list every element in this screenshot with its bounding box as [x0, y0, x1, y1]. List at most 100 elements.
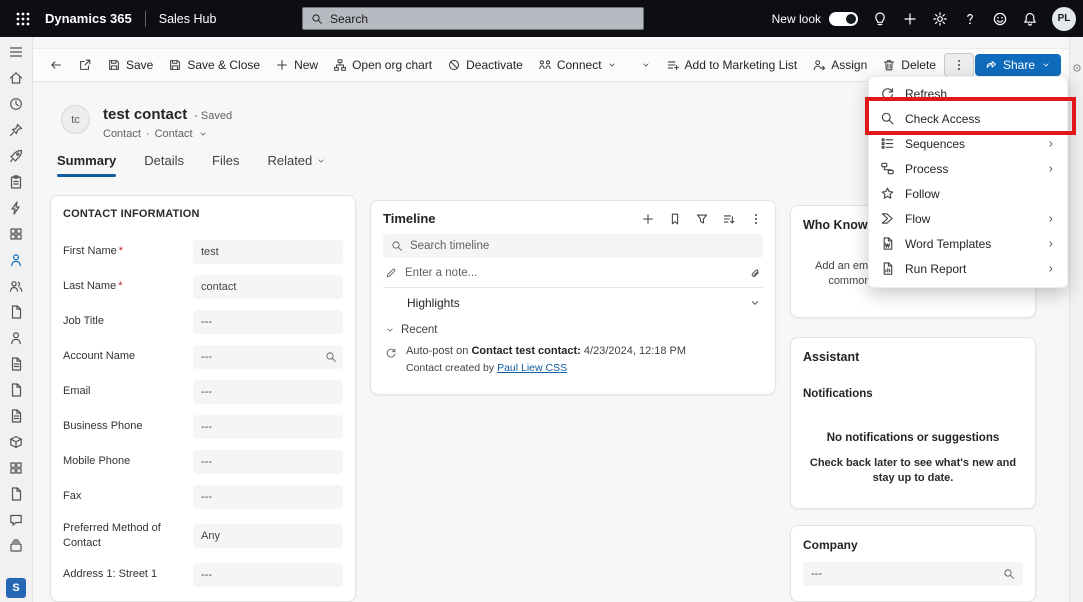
highlights-section-header[interactable]: Highlights — [383, 288, 763, 318]
nav-sales-literature-icon[interactable] — [8, 486, 24, 502]
mobile-phone-input[interactable]: --- — [193, 450, 343, 474]
last-name-input[interactable]: contact — [193, 275, 343, 299]
field-row-preferred-method: Preferred Method of Contact Any — [63, 514, 343, 557]
entity-type-label: Contact — [103, 128, 141, 140]
timeline-sort-icon[interactable] — [722, 212, 736, 226]
preferred-method-select[interactable]: Any — [193, 524, 343, 548]
field-row-email: Email --- — [63, 374, 343, 409]
form-selector[interactable]: Contact — [155, 128, 193, 140]
nav-contacts-icon[interactable] — [8, 252, 24, 268]
lightbulb-icon[interactable] — [872, 11, 888, 27]
brand-title[interactable]: Dynamics 365 — [45, 11, 132, 26]
field-label: Preferred Method of Contact — [63, 521, 193, 550]
popout-form-button[interactable] — [71, 54, 99, 76]
nav-recent-icon[interactable] — [8, 96, 24, 112]
field-label: Account Name — [63, 349, 193, 363]
nav-menu-icon[interactable] — [8, 44, 24, 60]
first-name-input[interactable]: test — [193, 240, 343, 264]
app-launcher-waffle-icon[interactable] — [11, 7, 35, 31]
nav-dashboards-icon[interactable] — [8, 226, 24, 242]
notifications-bell-icon[interactable] — [1022, 11, 1038, 27]
nav-products-icon[interactable] — [8, 434, 24, 450]
nav-leads-icon[interactable] — [8, 330, 24, 346]
field-row-business-phone: Business Phone --- — [63, 409, 343, 444]
deactivate-button[interactable]: Deactivate — [440, 54, 530, 76]
copilot-pane-icon[interactable] — [1072, 63, 1082, 73]
menu-item-process[interactable]: Process — [869, 156, 1067, 181]
nav-intelligence-icon[interactable] — [8, 200, 24, 216]
back-button[interactable] — [42, 54, 70, 76]
nav-orders-icon[interactable] — [8, 408, 24, 424]
lookup-search-icon[interactable] — [1003, 568, 1015, 580]
chevron-right-icon — [1046, 214, 1056, 224]
menu-item-run-report[interactable]: Run Report — [869, 256, 1067, 281]
nav-apps-icon[interactable] — [8, 538, 24, 554]
new-look-toggle[interactable] — [829, 12, 858, 26]
nav-price-lists-icon[interactable] — [8, 460, 24, 476]
open-org-chart-button[interactable]: Open org chart — [326, 54, 439, 76]
chevron-down-icon[interactable] — [749, 297, 761, 309]
save-button[interactable]: Save — [100, 54, 160, 76]
business-phone-input[interactable]: --- — [193, 415, 343, 439]
nav-quotes-icon[interactable] — [8, 382, 24, 398]
add-to-marketing-list-button[interactable]: Add to Marketing List — [659, 54, 805, 76]
settings-gear-icon[interactable] — [932, 11, 948, 27]
connect-button[interactable]: Connect — [531, 54, 624, 76]
menu-item-check-access[interactable]: Check Access — [869, 106, 1067, 131]
menu-item-refresh[interactable]: Refresh — [869, 81, 1067, 106]
delete-button[interactable]: Delete — [875, 54, 943, 76]
feedback-smiley-icon[interactable] — [992, 11, 1008, 27]
more-commands-button[interactable] — [944, 53, 974, 77]
share-button[interactable]: Share — [975, 54, 1061, 76]
assign-button[interactable]: Assign — [805, 54, 874, 76]
nav-opportunities-icon[interactable] — [8, 356, 24, 372]
app-name[interactable]: Sales Hub — [159, 12, 217, 26]
nav-sales-accelerator-icon[interactable] — [8, 148, 24, 164]
nav-pinned-icon[interactable] — [8, 122, 24, 138]
menu-item-sequences[interactable]: Sequences — [869, 131, 1067, 156]
overflow-chevron-button[interactable] — [634, 56, 658, 74]
menu-item-follow[interactable]: Follow — [869, 181, 1067, 206]
entry-author-link[interactable]: Paul Liew CSS — [497, 362, 567, 374]
area-switcher-tile[interactable]: S — [6, 578, 26, 598]
record-title: test contact — [103, 106, 187, 123]
lookup-search-icon[interactable] — [325, 351, 337, 363]
nav-connections-icon[interactable] — [8, 278, 24, 294]
new-button[interactable]: New — [268, 54, 325, 76]
address-street-input[interactable]: --- — [193, 563, 343, 587]
user-avatar[interactable]: PL — [1052, 7, 1076, 31]
tab-related[interactable]: Related — [267, 153, 326, 177]
fax-input[interactable]: --- — [193, 485, 343, 509]
timeline-filter-icon[interactable] — [695, 212, 709, 226]
assign-icon — [812, 58, 826, 72]
chevron-down-icon — [198, 129, 208, 139]
nav-chat-icon[interactable] — [8, 512, 24, 528]
menu-item-flow[interactable]: Flow — [869, 206, 1067, 231]
timeline-more-icon[interactable] — [749, 212, 763, 226]
attachment-paperclip-icon[interactable] — [749, 267, 761, 279]
nav-home-icon[interactable] — [8, 70, 24, 86]
job-title-input[interactable]: --- — [193, 310, 343, 334]
note-input[interactable]: Enter a note... — [383, 258, 763, 288]
timeline-search-input[interactable]: Search timeline — [383, 234, 763, 258]
help-icon[interactable] — [962, 11, 978, 27]
tab-details[interactable]: Details — [144, 153, 184, 177]
menu-item-word-templates[interactable]: Word Templates — [869, 231, 1067, 256]
list-add-icon — [666, 58, 680, 72]
global-search-input[interactable]: Search — [302, 7, 644, 30]
timeline-create-icon[interactable] — [641, 212, 655, 226]
timeline-bookmark-icon[interactable] — [668, 212, 682, 226]
recent-section-header[interactable]: Recent — [383, 318, 763, 342]
quick-create-plus-icon[interactable] — [902, 11, 918, 27]
tab-summary[interactable]: Summary — [57, 153, 116, 177]
tab-files[interactable]: Files — [212, 153, 239, 177]
save-and-close-button[interactable]: Save & Close — [161, 54, 267, 76]
nav-documents-icon[interactable] — [8, 304, 24, 320]
company-lookup-input[interactable]: --- — [803, 562, 1023, 586]
brand-divider — [145, 11, 146, 27]
timeline-entry-autopost[interactable]: Auto-post on Contact test contact: 4/23/… — [383, 345, 763, 374]
nav-activities-icon[interactable] — [8, 174, 24, 190]
more-commands-menu: Refresh Check Access Sequences Process F… — [868, 76, 1068, 288]
email-input[interactable]: --- — [193, 380, 343, 404]
account-name-lookup-input[interactable]: --- — [193, 345, 343, 369]
